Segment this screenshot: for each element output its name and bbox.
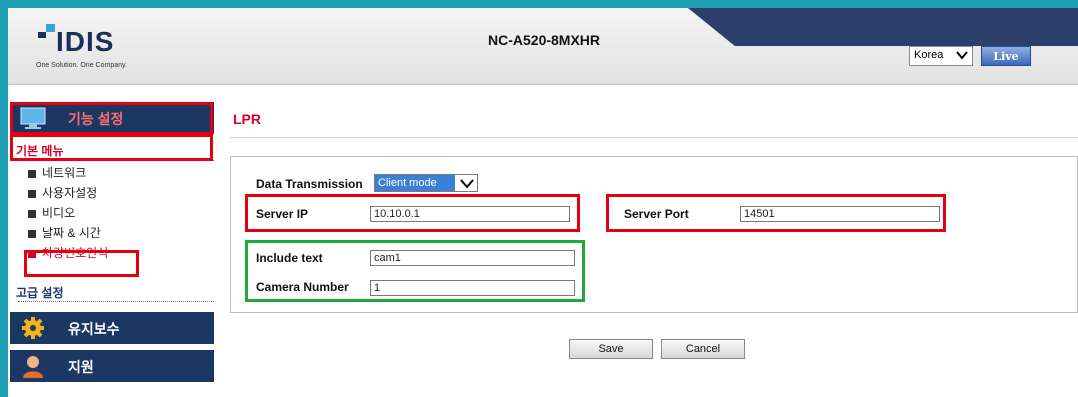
cancel-button[interactable]: Cancel	[661, 339, 745, 359]
logo-tagline: One Solution. One Company.	[36, 62, 127, 69]
server-port-label: Server Port	[624, 207, 689, 221]
data-transmission-select[interactable]: Client mode	[374, 174, 478, 192]
chevron-down-icon	[460, 179, 474, 189]
title-divider	[230, 137, 1078, 138]
sidebar-item-video[interactable]: 비디오	[28, 204, 75, 221]
chevron-down-icon	[956, 51, 968, 60]
language-value: Korea	[914, 49, 944, 61]
support-header[interactable]: 지원	[10, 350, 214, 382]
header-band	[688, 8, 1078, 46]
include-text-label: Include text	[256, 251, 323, 265]
include-text-field[interactable]: cam1	[370, 250, 575, 266]
advanced-settings-heading[interactable]: 고급 설정	[16, 284, 64, 301]
data-transmission-value: Client mode	[375, 175, 455, 191]
highlight-lpr-item	[24, 250, 139, 277]
camera-number-field[interactable]: 1	[370, 280, 575, 296]
bullet-icon	[28, 229, 36, 238]
server-ip-field[interactable]: 10.10.0.1	[370, 206, 570, 222]
sidebar-item-network[interactable]: 네트워크	[28, 164, 86, 181]
data-transmission-label: Data Transmission	[256, 177, 363, 191]
highlight-basic-menu	[10, 134, 213, 161]
server-port-field[interactable]: 14501	[740, 206, 940, 222]
bullet-icon	[28, 169, 36, 178]
bullet-icon	[28, 209, 36, 218]
live-button[interactable]: Live	[981, 46, 1031, 66]
maintenance-header[interactable]: 유지보수	[10, 312, 214, 344]
divider	[18, 301, 214, 302]
server-ip-label: Server IP	[256, 207, 309, 221]
gear-icon	[22, 317, 44, 339]
logo: IDIS One Solution. One Company.	[36, 22, 166, 74]
save-button[interactable]: Save	[569, 339, 653, 359]
highlight-menu-setup	[10, 102, 213, 135]
language-select[interactable]: Korea	[909, 46, 973, 66]
page-title: LPR	[233, 111, 261, 127]
support-label: 지원	[68, 359, 94, 375]
person-icon	[23, 356, 43, 378]
bullet-icon	[28, 189, 36, 198]
model-name: NC-A520-8MXHR	[488, 32, 601, 48]
sidebar-item-user[interactable]: 사용자설정	[28, 184, 97, 201]
logo-text: IDIS	[56, 26, 115, 57]
sidebar-item-datetime[interactable]: 날짜 & 시간	[28, 224, 101, 241]
maintenance-label: 유지보수	[68, 321, 120, 337]
camera-number-label: Camera Number	[256, 280, 349, 294]
